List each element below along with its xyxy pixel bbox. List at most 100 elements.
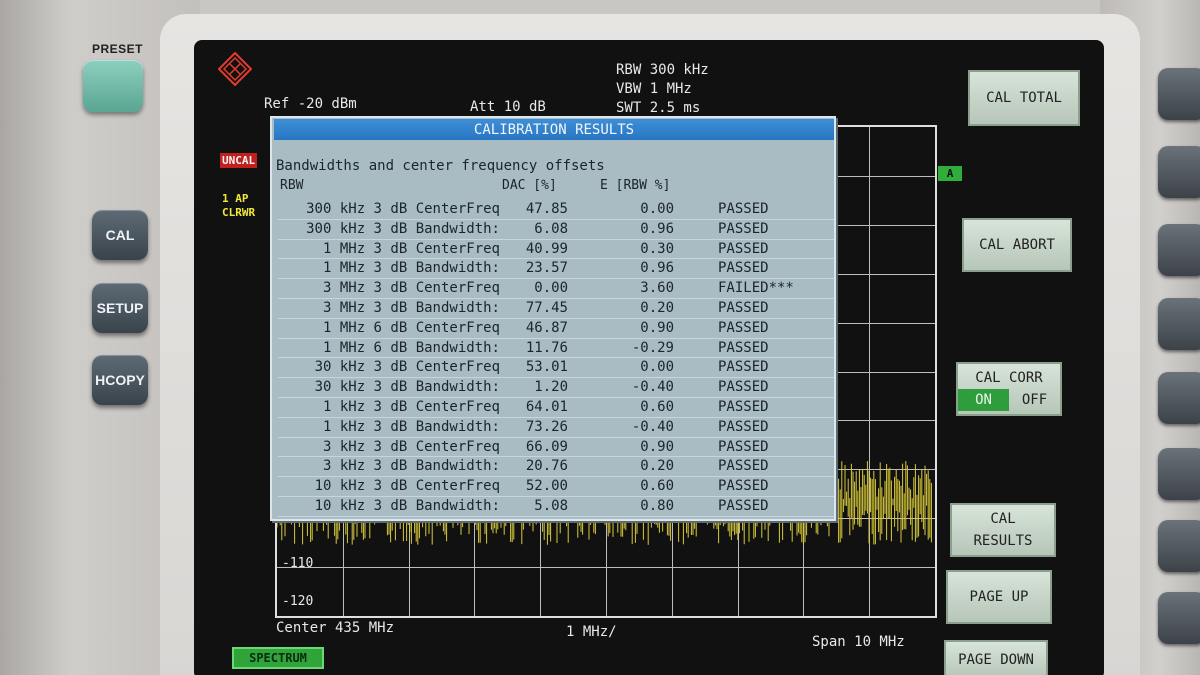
error-cell: 0.20 [640, 458, 674, 475]
hcopy-button[interactable]: HCOPY [92, 355, 148, 405]
rbw-cell: 10 kHz 3 dB Bandwidth: [314, 497, 500, 514]
dialog-subtitle: Bandwidths and center frequency offsets [276, 158, 605, 174]
rbw-cell: 30 kHz 3 dB Bandwidth: [314, 379, 500, 396]
error-cell: 0.96 [640, 260, 674, 277]
rohde-schwarz-logo-icon [218, 52, 252, 86]
error-cell: 0.90 [640, 438, 674, 455]
table-row: 1 MHz 6 dB CenterFreq 46.87 0.90 PASSED [278, 319, 834, 339]
hardkey-6[interactable] [1158, 448, 1200, 500]
status-cell: PASSED [718, 240, 769, 257]
error-cell: 0.60 [640, 478, 674, 495]
error-cell: 3.60 [640, 280, 674, 297]
page-up-softkey[interactable]: PAGE UP [946, 570, 1052, 624]
status-cell: PASSED [718, 379, 769, 396]
rbw-cell: 3 MHz 3 dB Bandwidth: [322, 299, 500, 316]
rbw-cell: 1 MHz 3 dB CenterFreq [322, 240, 500, 257]
table-row: 3 MHz 3 dB Bandwidth: 77.45 0.20 PASSED [278, 299, 834, 319]
rbw-cell: 3 MHz 3 dB CenterFreq [322, 280, 500, 297]
table-row: 30 kHz 3 dB CenterFreq 53.01 0.00 PASSED [278, 358, 834, 379]
trace-mode-line-2: CLRWR [222, 206, 256, 219]
status-cell: PASSED [718, 220, 769, 237]
cal-results-label-1: CAL [990, 511, 1016, 527]
preset-button[interactable] [83, 60, 143, 112]
setup-button[interactable]: SETUP [92, 283, 148, 333]
status-cell: PASSED [718, 398, 769, 415]
rbw-setting: RBW 300 kHz [616, 62, 709, 78]
status-cell: PASSED [718, 497, 769, 514]
cal-corr-toggle[interactable]: ON OFF [958, 389, 1060, 411]
cal-results-softkey[interactable]: CAL RESULTS [950, 503, 1056, 557]
cal-total-softkey[interactable]: CAL TOTAL [968, 70, 1080, 126]
spectrum-mode-label: SPECTRUM [249, 651, 307, 665]
spectrum-mode-tab[interactable]: SPECTRUM [232, 647, 324, 669]
frequency-span: Span 10 MHz [812, 634, 905, 650]
page-down-label: PAGE DOWN [958, 652, 1034, 668]
status-cell: PASSED [718, 260, 769, 277]
table-row: 300 kHz 3 dB CenterFreq 47.85 0.00 PASSED [278, 200, 834, 220]
dialog-title: CALIBRATION RESULTS [473, 121, 635, 138]
table-row: 1 MHz 3 dB CenterFreq 40.99 0.30 PASSED [278, 240, 834, 260]
status-cell: PASSED [718, 478, 769, 495]
dac-cell: 53.01 [525, 359, 568, 376]
error-cell: 0.00 [640, 359, 674, 376]
level-label-120: -120 [282, 594, 314, 609]
table-row: 3 kHz 3 dB CenterFreq 66.09 0.90 PASSED [278, 438, 834, 458]
dac-cell: 77.45 [525, 299, 568, 316]
cal-corr-off-option[interactable]: OFF [1009, 389, 1060, 411]
cal-corr-on-option[interactable]: ON [958, 389, 1009, 411]
hcopy-button-label: HCOPY [95, 372, 145, 388]
col-header-e: E [RBW %] [600, 178, 671, 193]
cal-corr-label: CAL CORR [975, 370, 1043, 386]
table-row: 1 kHz 3 dB Bandwidth: 73.26 -0.40 PASSED [278, 418, 834, 438]
hardkey-2[interactable] [1158, 146, 1200, 198]
rbw-cell: 1 kHz 3 dB Bandwidth: [322, 418, 500, 435]
status-cell: FAILED*** [718, 280, 794, 297]
table-row: 1 MHz 6 dB Bandwidth: 11.76 -0.29 PASSED [278, 339, 834, 359]
rbw-cell: 1 MHz 6 dB CenterFreq [322, 319, 500, 336]
results-header: RBW DAC [%] E [RBW %] [276, 178, 832, 196]
error-cell: 0.80 [640, 497, 674, 514]
rbw-cell: 1 MHz 6 dB Bandwidth: [322, 339, 500, 356]
status-cell: PASSED [718, 359, 769, 376]
dac-cell: 40.99 [525, 240, 568, 257]
uncal-indicator: UNCAL [220, 153, 258, 168]
error-cell: 0.00 [640, 201, 674, 217]
status-cell: PASSED [718, 438, 769, 455]
dac-cell: 6.08 [534, 220, 568, 237]
hardkey-8[interactable] [1158, 592, 1200, 644]
error-cell: -0.40 [631, 379, 674, 396]
table-row: 1 MHz 3 dB Bandwidth: 23.57 0.96 PASSED [278, 259, 834, 280]
cal-abort-label: CAL ABORT [979, 237, 1055, 253]
dac-cell: 20.76 [525, 458, 568, 475]
hardkey-1[interactable] [1158, 68, 1200, 120]
rbw-cell: 3 kHz 3 dB Bandwidth: [322, 458, 500, 475]
page-down-softkey[interactable]: PAGE DOWN [944, 640, 1048, 675]
status-cell: PASSED [718, 299, 769, 316]
cal-button[interactable]: CAL [92, 210, 148, 260]
hardkey-3[interactable] [1158, 224, 1200, 276]
cal-abort-softkey[interactable]: CAL ABORT [962, 218, 1072, 272]
trace-a-indicator: A [938, 166, 962, 181]
hardkey-7[interactable] [1158, 520, 1200, 572]
dac-cell: 47.85 [525, 201, 568, 217]
dac-cell: 64.01 [525, 398, 568, 415]
dac-cell: 73.26 [525, 418, 568, 435]
rbw-cell: 1 MHz 3 dB Bandwidth: [322, 260, 500, 277]
dialog-title-bar: CALIBRATION RESULTS [274, 119, 834, 140]
error-cell: -0.29 [631, 339, 674, 356]
cal-corr-softkey[interactable]: CAL CORR ON OFF [956, 362, 1062, 416]
hardkey-4[interactable] [1158, 298, 1200, 350]
attenuation: Att 10 dB [470, 99, 546, 115]
table-row: 30 kHz 3 dB Bandwidth: 1.20 -0.40 PASSED [278, 378, 834, 398]
table-row: 10 kHz 3 dB CenterFreq 52.00 0.60 PASSED [278, 477, 834, 497]
results-table: 300 kHz 3 dB CenterFreq 47.85 0.00 PASSED 30… [278, 200, 834, 517]
dac-cell: 23.57 [525, 260, 568, 277]
rbw-cell: 300 kHz 3 dB CenterFreq [306, 201, 500, 217]
cal-results-label-2: RESULTS [973, 533, 1033, 549]
dac-cell: 66.09 [525, 438, 568, 455]
table-row: 10 kHz 3 dB Bandwidth: 5.08 0.80 PASSED [278, 497, 834, 517]
frequency-per-div: 1 MHz/ [566, 624, 617, 640]
status-cell: PASSED [718, 458, 769, 475]
status-cell: PASSED [718, 418, 769, 435]
hardkey-5[interactable] [1158, 372, 1200, 424]
